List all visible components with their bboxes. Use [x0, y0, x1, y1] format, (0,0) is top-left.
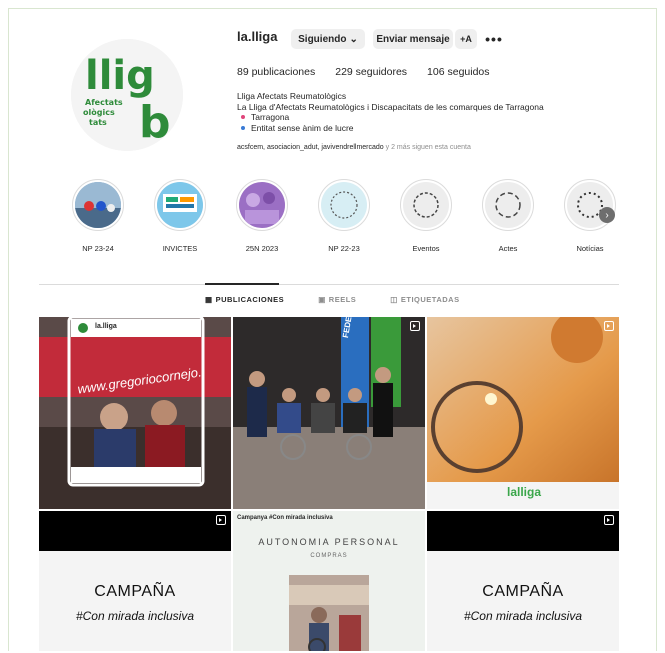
posts-count: 89 publicaciones [237, 66, 316, 78]
reel-band [427, 511, 619, 551]
following-label: Siguiendo [298, 33, 347, 45]
team-photo-icon [75, 182, 121, 228]
followed-by-more: y 2 más siguen esta cuenta [385, 144, 471, 151]
highlight-actes[interactable]: Actes [475, 179, 541, 253]
svg-text:Afectats: Afectats [85, 98, 123, 107]
svg-text:tats: tats [89, 118, 107, 127]
svg-text:ològics: ològics [83, 107, 115, 117]
campaign-hashtag: #Con mirada inclusiva [463, 609, 583, 623]
suggest-people-button[interactable]: +A [455, 29, 477, 49]
post-thumbnail[interactable]: lalliga [427, 317, 619, 509]
more-icon: ••• [485, 31, 503, 47]
post-thumbnail[interactable]: CAMPAÑA #Con mirada inclusiva [39, 511, 231, 651]
tab-reels[interactable]: ▣ REELS [318, 295, 356, 304]
tab-label: PUBLICACIONES [215, 295, 285, 304]
profile-stats: 89 publicaciones 229 seguidores 106 segu… [237, 66, 490, 78]
story-highlights: NP 23-24 INVICTES 25N 2023 NP 22-23 Even… [53, 179, 616, 259]
profile-page: llig b Afectats ològics tats la.lliga Si… [8, 8, 657, 651]
post-thumbnail[interactable]: la.lliga www.gregoriocornejo. [39, 317, 231, 509]
highlight-25n-2023[interactable]: 25N 2023 [229, 179, 295, 253]
campaign-hashtag: #Con mirada inclusiva [75, 609, 195, 623]
svg-text:b: b [139, 97, 171, 148]
post-header-text: Campanya #Con mirada inclusiva [237, 515, 333, 521]
followers-count[interactable]: 229 seguidores [335, 66, 407, 78]
invictes-banner-icon [157, 182, 203, 228]
profile-username: la.lliga [237, 29, 278, 44]
followed-by-names: acsfcem, asociacion_adut, javivendrellme… [237, 144, 384, 151]
profile-tabs: ▦ PUBLICACIONES ▣ REELS ◫ ETIQUETADAS [205, 295, 460, 304]
more-options-button[interactable]: ••• [483, 29, 505, 49]
post-thumbnail[interactable]: FEDERACIÓ [233, 317, 425, 509]
tagged-icon: ◫ [390, 295, 398, 304]
bio-nonprofit-text: Entitat sense ànim de lucre [251, 122, 354, 133]
lliga-logo-text: lalliga [507, 485, 542, 499]
tab-etiquetadas[interactable]: ◫ ETIQUETADAS [390, 295, 459, 304]
followed-by[interactable]: acsfcem, asociacion_adut, javivendrellme… [237, 144, 471, 151]
post-handle: la.lliga [95, 323, 117, 330]
team-photo-image [233, 317, 425, 509]
campaign-card: CAMPAÑA #Con mirada inclusiva [39, 551, 231, 651]
carousel-icon [410, 321, 420, 331]
tab-publicaciones[interactable]: ▦ PUBLICACIONES [205, 295, 284, 304]
wheelchair-basketball-image [427, 317, 619, 509]
bio-line-nonprofit: Entitat sense ànim de lucre [237, 123, 544, 134]
highlights-next-button[interactable]: › [599, 207, 615, 223]
reel-icon [216, 515, 226, 525]
highlight-label: NP 22-23 [328, 244, 360, 253]
tab-label: ETIQUETADAS [400, 295, 460, 304]
post-thumbnail[interactable]: CAMPAÑA #Con mirada inclusiva [427, 511, 619, 651]
add-person-icon: +A [460, 34, 472, 44]
reel-icon [604, 515, 614, 525]
highlight-eventos[interactable]: Eventos [393, 179, 459, 253]
post-title: AUTONOMIA PERSONAL [258, 537, 400, 547]
highlight-label: Notícias [576, 244, 604, 253]
shopping-photo-image [289, 575, 369, 651]
post-subtitle: COMPRAS [310, 553, 348, 559]
campaign-title: CAMPAÑA [94, 583, 176, 600]
highlight-label: NP 23-24 [82, 244, 114, 253]
highlight-label: Actes [498, 244, 518, 253]
following-button[interactable]: Siguiendo ⌄ [291, 29, 365, 49]
highlight-label: INVICTES [162, 244, 198, 253]
post-thumbnail[interactable]: Campanya #Con mirada inclusiva AUTONOMIA… [233, 511, 425, 651]
highlight-np-23-24[interactable]: NP 23-24 [65, 179, 131, 253]
reel-icon [604, 321, 614, 331]
svg-text:llig: llig [85, 53, 155, 99]
stadium-selfie-image [39, 317, 231, 509]
ring-icon [403, 182, 449, 228]
bio-line-location: Tarragona [237, 112, 544, 123]
bio-location-text: Tarragona [251, 112, 290, 122]
ring-icon [485, 182, 531, 228]
campaign-card: CAMPAÑA #Con mirada inclusiva [427, 551, 619, 651]
chevron-down-icon: ⌄ [349, 33, 358, 45]
active-tab-indicator [205, 283, 279, 285]
following-count[interactable]: 106 seguidos [427, 66, 489, 78]
lliga-logo-icon: llig b Afectats ològics tats [71, 39, 183, 151]
pin-icon [241, 115, 245, 120]
profile-avatar[interactable]: llig b Afectats ològics tats [71, 39, 183, 151]
send-message-button[interactable]: Enviar mensaje [373, 29, 453, 49]
tabs-divider [39, 284, 619, 285]
bullet-icon [241, 125, 245, 130]
purple-photo-icon [239, 182, 285, 228]
grid-icon: ▦ [205, 295, 213, 304]
highlight-invictes[interactable]: INVICTES [147, 179, 213, 253]
ring-icon [321, 182, 367, 228]
tab-label: REELS [328, 295, 357, 304]
bio-line-description: La Lliga d'Afectats Reumatològics i Disc… [237, 101, 544, 112]
reel-band [39, 511, 231, 551]
profile-bio: Lliga Afectats Reumatològics La Lliga d'… [237, 91, 544, 133]
profile-full-name: Lliga Afectats Reumatològics [237, 91, 347, 101]
highlight-np-22-23[interactable]: NP 22-23 [311, 179, 377, 253]
campaign-title: CAMPAÑA [482, 583, 564, 600]
chevron-right-icon: › [605, 209, 609, 221]
highlight-label: Eventos [412, 244, 440, 253]
highlight-label: 25N 2023 [245, 244, 279, 253]
reels-icon: ▣ [318, 295, 326, 304]
